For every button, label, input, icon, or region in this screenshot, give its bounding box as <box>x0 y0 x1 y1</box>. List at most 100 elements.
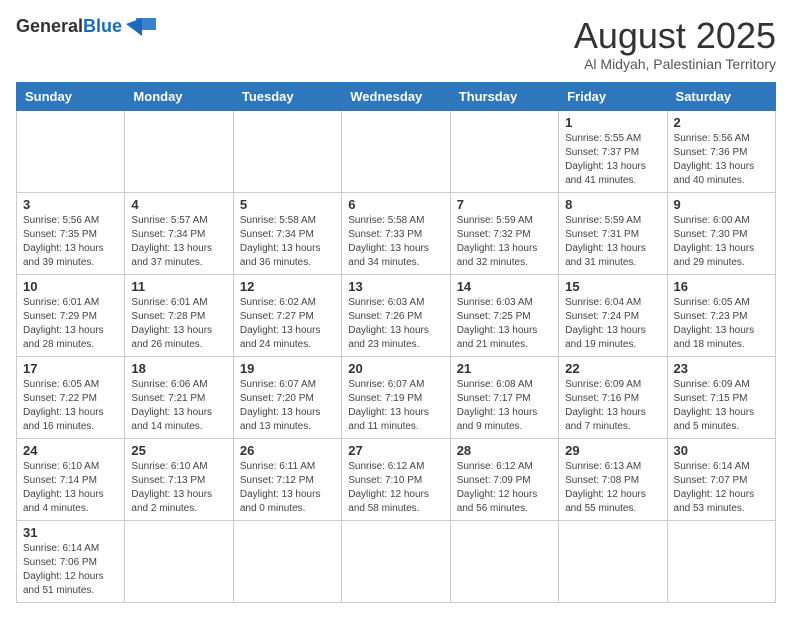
day-info: Sunrise: 5:59 AM Sunset: 7:32 PM Dayligh… <box>457 214 552 270</box>
title-area: August 2025 Al Midyah, Palestinian Terri… <box>574 16 776 72</box>
calendar-cell: 12Sunrise: 6:02 AM Sunset: 7:27 PM Dayli… <box>233 274 341 356</box>
weekday-header-tuesday: Tuesday <box>233 82 341 110</box>
calendar-week-row: 31 Sunrise: 6:14 AM Sunset: 7:06 PM Dayli… <box>17 520 776 602</box>
calendar-cell: 14 Sunrise: 6:03 AM Sunset: 7:25 PM Dayli… <box>450 274 558 356</box>
day-number: 31 <box>23 525 118 540</box>
calendar-cell <box>342 110 450 192</box>
calendar-cell: 15Sunrise: 6:04 AM Sunset: 7:24 PM Dayli… <box>559 274 667 356</box>
subtitle: Al Midyah, Palestinian Territory <box>574 56 776 72</box>
calendar-cell: 31 Sunrise: 6:14 AM Sunset: 7:06 PM Dayli… <box>17 520 125 602</box>
calendar-cell: 6 Sunrise: 5:58 AM Sunset: 7:33 PM Daylig… <box>342 192 450 274</box>
day-info: Sunrise: 5:57 AM Sunset: 7:34 PM Dayligh… <box>131 214 226 270</box>
day-info: Sunrise: 6:05 AM Sunset: 7:22 PM Dayligh… <box>23 378 118 434</box>
calendar-cell: 27Sunrise: 6:12 AM Sunset: 7:10 PM Dayli… <box>342 438 450 520</box>
calendar-cell: 24Sunrise: 6:10 AM Sunset: 7:14 PM Dayli… <box>17 438 125 520</box>
calendar-cell <box>559 520 667 602</box>
day-info: Sunrise: 6:14 AM Sunset: 7:07 PM Dayligh… <box>674 460 769 516</box>
calendar-cell: 19 Sunrise: 6:07 AM Sunset: 7:20 PM Dayli… <box>233 356 341 438</box>
day-info: Sunrise: 6:13 AM Sunset: 7:08 PM Dayligh… <box>565 460 660 516</box>
weekday-header-thursday: Thursday <box>450 82 558 110</box>
day-number: 27 <box>348 443 443 458</box>
day-number: 9 <box>674 197 769 212</box>
calendar-cell <box>233 520 341 602</box>
day-number: 29 <box>565 443 660 458</box>
calendar-cell: 10 Sunrise: 6:01 AM Sunset: 7:29 PM Dayli… <box>17 274 125 356</box>
day-number: 6 <box>348 197 443 212</box>
day-info: Sunrise: 6:12 AM Sunset: 7:09 PM Dayligh… <box>457 460 552 516</box>
calendar-cell: 18Sunrise: 6:06 AM Sunset: 7:21 PM Dayli… <box>125 356 233 438</box>
day-number: 26 <box>240 443 335 458</box>
day-info: Sunrise: 6:09 AM Sunset: 7:15 PM Dayligh… <box>674 378 769 434</box>
day-info: Sunrise: 5:58 AM Sunset: 7:33 PM Dayligh… <box>348 214 443 270</box>
calendar-week-row: 10 Sunrise: 6:01 AM Sunset: 7:29 PM Dayli… <box>17 274 776 356</box>
calendar-cell: 9Sunrise: 6:00 AM Sunset: 7:30 PM Daylig… <box>667 192 775 274</box>
day-number: 1 <box>565 115 660 130</box>
day-info: Sunrise: 5:56 AM Sunset: 7:36 PM Dayligh… <box>674 132 769 188</box>
weekday-header-monday: Monday <box>125 82 233 110</box>
calendar-week-row: 1 Sunrise: 5:55 AM Sunset: 7:37 PM Daylig… <box>17 110 776 192</box>
calendar-cell: 23Sunrise: 6:09 AM Sunset: 7:15 PM Dayli… <box>667 356 775 438</box>
calendar-week-row: 24Sunrise: 6:10 AM Sunset: 7:14 PM Dayli… <box>17 438 776 520</box>
calendar-cell: 13Sunrise: 6:03 AM Sunset: 7:26 PM Dayli… <box>342 274 450 356</box>
day-info: Sunrise: 5:58 AM Sunset: 7:34 PM Dayligh… <box>240 214 335 270</box>
day-number: 16 <box>674 279 769 294</box>
calendar-cell: 20 Sunrise: 6:07 AM Sunset: 7:19 PM Dayli… <box>342 356 450 438</box>
day-number: 5 <box>240 197 335 212</box>
day-info: Sunrise: 6:07 AM Sunset: 7:19 PM Dayligh… <box>348 378 443 434</box>
day-number: 21 <box>457 361 552 376</box>
calendar-week-row: 3 Sunrise: 5:56 AM Sunset: 7:35 PM Daylig… <box>17 192 776 274</box>
page-header: GeneralBlue August 2025 Al Midyah, Pales… <box>16 16 776 72</box>
day-info: Sunrise: 5:55 AM Sunset: 7:37 PM Dayligh… <box>565 132 660 188</box>
calendar-cell <box>450 110 558 192</box>
calendar-cell: 28Sunrise: 6:12 AM Sunset: 7:09 PM Dayli… <box>450 438 558 520</box>
day-number: 20 <box>348 361 443 376</box>
day-number: 7 <box>457 197 552 212</box>
calendar-cell: 5 Sunrise: 5:58 AM Sunset: 7:34 PM Daylig… <box>233 192 341 274</box>
calendar-table: SundayMondayTuesdayWednesdayThursdayFrid… <box>16 82 776 603</box>
calendar-cell <box>450 520 558 602</box>
day-info: Sunrise: 6:01 AM Sunset: 7:28 PM Dayligh… <box>131 296 226 352</box>
calendar-cell <box>125 520 233 602</box>
day-number: 4 <box>131 197 226 212</box>
day-number: 25 <box>131 443 226 458</box>
calendar-cell <box>17 110 125 192</box>
day-number: 10 <box>23 279 118 294</box>
calendar-cell: 2 Sunrise: 5:56 AM Sunset: 7:36 PM Daylig… <box>667 110 775 192</box>
day-info: Sunrise: 6:11 AM Sunset: 7:12 PM Dayligh… <box>240 460 335 516</box>
weekday-header-wednesday: Wednesday <box>342 82 450 110</box>
day-number: 3 <box>23 197 118 212</box>
weekday-header-friday: Friday <box>559 82 667 110</box>
calendar-cell: 8Sunrise: 5:59 AM Sunset: 7:31 PM Daylig… <box>559 192 667 274</box>
logo: GeneralBlue <box>16 16 158 38</box>
day-info: Sunrise: 6:03 AM Sunset: 7:26 PM Dayligh… <box>348 296 443 352</box>
calendar-cell: 30 Sunrise: 6:14 AM Sunset: 7:07 PM Dayli… <box>667 438 775 520</box>
calendar-cell: 22Sunrise: 6:09 AM Sunset: 7:16 PM Dayli… <box>559 356 667 438</box>
weekday-header-saturday: Saturday <box>667 82 775 110</box>
weekday-header-sunday: Sunday <box>17 82 125 110</box>
day-info: Sunrise: 6:07 AM Sunset: 7:20 PM Dayligh… <box>240 378 335 434</box>
day-number: 2 <box>674 115 769 130</box>
main-title: August 2025 <box>574 16 776 56</box>
day-number: 12 <box>240 279 335 294</box>
calendar-cell <box>125 110 233 192</box>
day-info: Sunrise: 6:01 AM Sunset: 7:29 PM Dayligh… <box>23 296 118 352</box>
calendar-cell <box>233 110 341 192</box>
calendar-cell <box>342 520 450 602</box>
day-info: Sunrise: 6:14 AM Sunset: 7:06 PM Dayligh… <box>23 542 118 598</box>
calendar-cell: 16Sunrise: 6:05 AM Sunset: 7:23 PM Dayli… <box>667 274 775 356</box>
weekday-header-row: SundayMondayTuesdayWednesdayThursdayFrid… <box>17 82 776 110</box>
day-info: Sunrise: 5:56 AM Sunset: 7:35 PM Dayligh… <box>23 214 118 270</box>
calendar-cell: 21 Sunrise: 6:08 AM Sunset: 7:17 PM Dayli… <box>450 356 558 438</box>
day-info: Sunrise: 6:09 AM Sunset: 7:16 PM Dayligh… <box>565 378 660 434</box>
day-info: Sunrise: 6:10 AM Sunset: 7:14 PM Dayligh… <box>23 460 118 516</box>
calendar-cell: 4 Sunrise: 5:57 AM Sunset: 7:34 PM Daylig… <box>125 192 233 274</box>
day-number: 14 <box>457 279 552 294</box>
day-info: Sunrise: 6:03 AM Sunset: 7:25 PM Dayligh… <box>457 296 552 352</box>
calendar-cell: 26 Sunrise: 6:11 AM Sunset: 7:12 PM Dayli… <box>233 438 341 520</box>
day-info: Sunrise: 6:06 AM Sunset: 7:21 PM Dayligh… <box>131 378 226 434</box>
day-number: 19 <box>240 361 335 376</box>
day-number: 11 <box>131 279 226 294</box>
day-info: Sunrise: 6:08 AM Sunset: 7:17 PM Dayligh… <box>457 378 552 434</box>
day-number: 30 <box>674 443 769 458</box>
calendar-cell <box>667 520 775 602</box>
